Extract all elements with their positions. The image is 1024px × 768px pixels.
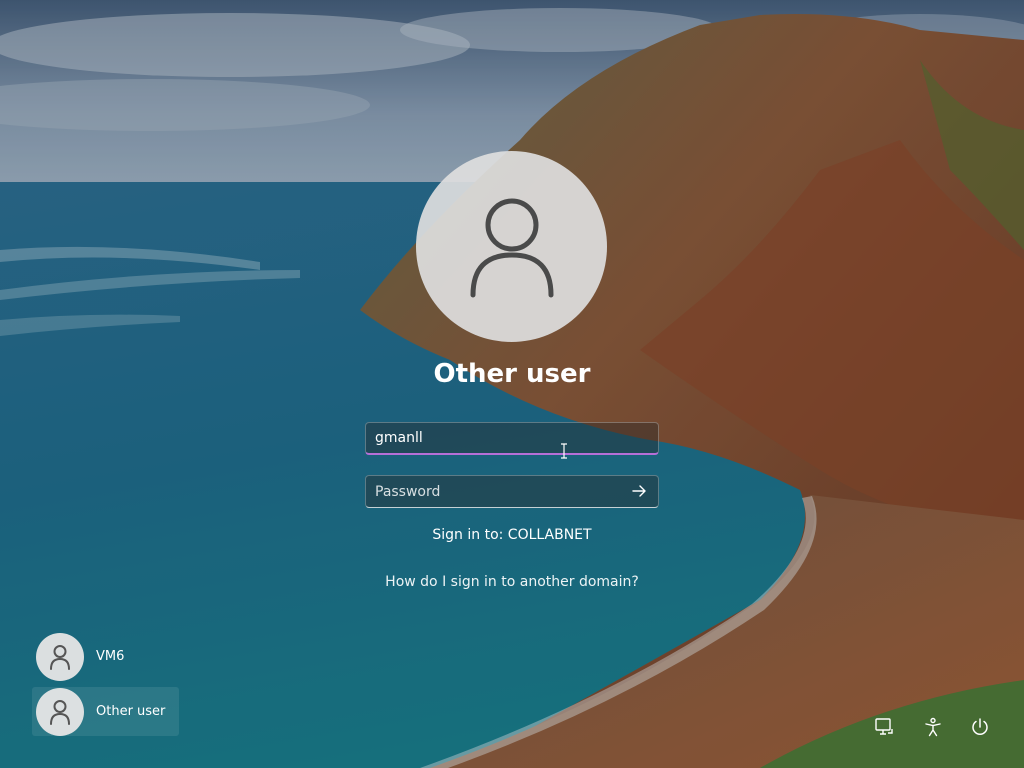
user-tile-avatar: [36, 632, 84, 681]
network-icon: [875, 718, 893, 735]
sign-in-domain-text: Sign in to: COLLABNET: [432, 527, 592, 543]
user-tile-avatar: [36, 687, 84, 736]
arrow-right-icon: [632, 485, 646, 497]
user-tile-other-user[interactable]: Other user: [32, 687, 180, 736]
power-button[interactable]: [967, 714, 993, 740]
user-tile-vm6[interactable]: VM6: [32, 632, 138, 681]
submit-button[interactable]: [628, 482, 650, 500]
user-icon: [50, 644, 70, 670]
other-domain-link[interactable]: How do I sign in to another domain?: [0, 574, 1024, 590]
power-icon: [972, 718, 988, 735]
selected-user-name: Other user: [433, 359, 591, 389]
password-field[interactable]: [365, 475, 659, 508]
network-button[interactable]: [871, 714, 897, 740]
user-tile-label: Other user: [96, 704, 166, 719]
username-field[interactable]: [365, 422, 659, 455]
user-icon: [470, 198, 553, 297]
user-icon: [50, 699, 70, 725]
accessibility-icon: [925, 717, 941, 737]
user-tile-label: VM6: [96, 649, 125, 664]
user-avatar: [416, 151, 607, 342]
i-beam-cursor: [561, 443, 567, 459]
accessibility-button[interactable]: [920, 714, 946, 740]
